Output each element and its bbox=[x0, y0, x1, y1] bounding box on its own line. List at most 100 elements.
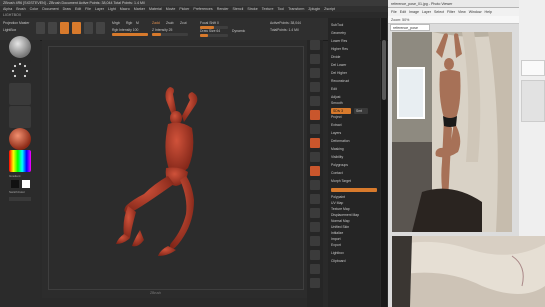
spix-icon[interactable] bbox=[310, 54, 320, 64]
zbrush-menu-item[interactable]: Transform bbox=[288, 6, 304, 12]
rgb-button[interactable]: Rgb bbox=[126, 21, 132, 25]
zbrush-menu-item[interactable]: Texture bbox=[262, 6, 274, 12]
viewer-menu-item[interactable]: Select bbox=[434, 8, 444, 16]
tool-palette-row[interactable]: Project bbox=[331, 114, 377, 120]
stroke-preview-icon[interactable] bbox=[9, 60, 31, 82]
zbrush-menu-item[interactable]: Document bbox=[42, 6, 58, 12]
zbrush-menu-item[interactable]: Edit bbox=[75, 6, 81, 12]
tool-palette-row[interactable]: SubTool bbox=[331, 22, 377, 28]
draw-size-slider[interactable] bbox=[200, 34, 228, 37]
tool-palette-row[interactable]: Edit bbox=[331, 86, 377, 92]
xpose-icon[interactable] bbox=[310, 278, 320, 288]
alpha-preview-icon[interactable] bbox=[9, 83, 31, 105]
zbrush-menu-item[interactable]: Picker bbox=[179, 6, 189, 12]
tool-palette-row[interactable]: Morph Target bbox=[331, 178, 377, 184]
viewer-menu-item[interactable]: Window bbox=[469, 8, 482, 16]
z-intensity-slider[interactable] bbox=[152, 33, 188, 36]
tool-palette-row[interactable]: Smooth bbox=[331, 100, 377, 106]
viewer-menu-item[interactable]: Edit bbox=[400, 8, 406, 16]
move-view-icon[interactable] bbox=[310, 194, 320, 204]
persp-icon[interactable] bbox=[310, 124, 320, 134]
tool-palette-row[interactable]: Contact bbox=[331, 170, 377, 176]
zbrush-menu-item[interactable]: Preferences bbox=[193, 6, 212, 12]
viewer-menu-item[interactable]: Layer bbox=[422, 8, 431, 16]
zbrush-menu-item[interactable]: Tool bbox=[278, 6, 285, 12]
alternate-button[interactable] bbox=[9, 197, 31, 201]
color-picker-icon[interactable] bbox=[9, 150, 31, 172]
tool-palette-row[interactable]: Extract bbox=[331, 122, 377, 128]
polyf-icon[interactable] bbox=[310, 236, 320, 246]
viewer-menu-item[interactable]: Help bbox=[485, 8, 492, 16]
tool-palette-row[interactable]: Geometry bbox=[331, 30, 377, 36]
projection-master-button[interactable]: Projection Master bbox=[3, 21, 29, 25]
tool-palette-row[interactable]: Del Lower bbox=[331, 62, 377, 68]
tool-palette-row[interactable]: Clipboard bbox=[331, 258, 377, 264]
zbrush-menu-item[interactable]: Draw bbox=[63, 6, 71, 12]
zadd-button[interactable]: Zadd bbox=[152, 21, 160, 25]
zbrush-menu-item[interactable]: Stencil bbox=[233, 6, 244, 12]
bpr-icon[interactable] bbox=[310, 40, 320, 50]
zcut-button[interactable]: Zcut bbox=[180, 21, 187, 25]
floor-icon[interactable] bbox=[310, 138, 320, 148]
quick-sketch-button[interactable] bbox=[36, 22, 45, 34]
move-button[interactable] bbox=[72, 22, 81, 34]
viewer-menu-item[interactable]: File bbox=[391, 8, 397, 16]
zsub-button[interactable]: Zsub bbox=[166, 21, 174, 25]
tool-palette-row[interactable]: Del Higher bbox=[331, 70, 377, 76]
edit-button[interactable] bbox=[48, 22, 57, 34]
dynamic-button[interactable]: Dynamic bbox=[232, 29, 245, 33]
primary-color-swatch[interactable] bbox=[11, 180, 19, 188]
layers-panel[interactable] bbox=[521, 80, 545, 122]
sculpted-figure-model[interactable] bbox=[110, 80, 220, 260]
tool-palette-row[interactable]: Deformation bbox=[331, 138, 377, 144]
rgb-intensity-slider[interactable] bbox=[112, 33, 148, 36]
viewer-document-tab[interactable]: reference_pose bbox=[390, 24, 430, 31]
tool-palette-row[interactable]: Lightbox bbox=[331, 250, 377, 256]
material-sphere-icon[interactable] bbox=[9, 128, 31, 150]
scale-button[interactable] bbox=[84, 22, 93, 34]
zbrush-menu-item[interactable]: Stroke bbox=[247, 6, 257, 12]
local-icon[interactable] bbox=[310, 152, 320, 162]
tool-palette-row[interactable]: Divide bbox=[331, 54, 377, 60]
viewer-menu-item[interactable]: Filter bbox=[447, 8, 455, 16]
actual-icon[interactable] bbox=[310, 96, 320, 106]
tool-palette-row[interactable]: Masking bbox=[331, 146, 377, 152]
zbrush-menu-item[interactable]: Render bbox=[217, 6, 229, 12]
thumbnail-panel[interactable] bbox=[521, 60, 545, 76]
tool-palette-row[interactable]: Lower Res bbox=[331, 38, 377, 44]
aahalf-icon[interactable] bbox=[310, 110, 320, 120]
tool-palette-row[interactable]: Layers bbox=[331, 130, 377, 136]
zbrush-menu-item[interactable]: Movie bbox=[166, 6, 176, 12]
transp-icon[interactable] bbox=[310, 250, 320, 260]
zbrush-menu-item[interactable]: Color bbox=[30, 6, 39, 12]
texture-preview-icon[interactable] bbox=[9, 106, 31, 128]
tool-palette-row[interactable]: Reconstruct bbox=[331, 78, 377, 84]
rotate-view-icon[interactable] bbox=[310, 222, 320, 232]
viewer-menu-item[interactable]: Image bbox=[409, 8, 419, 16]
brush-preview-icon[interactable] bbox=[9, 36, 31, 58]
tool-palette-row[interactable]: Export bbox=[331, 242, 377, 248]
rotate-button[interactable] bbox=[96, 22, 105, 34]
viewer-menu-item[interactable]: View bbox=[458, 8, 466, 16]
zbrush-menu-item[interactable]: Material bbox=[149, 6, 162, 12]
tool-palette-row[interactable]: Polygroups bbox=[331, 162, 377, 168]
tool-palette-row[interactable]: Higher Res bbox=[331, 46, 377, 52]
zoom-icon[interactable] bbox=[310, 82, 320, 92]
lightbox-button[interactable]: LightBox bbox=[3, 28, 16, 32]
secondary-color-swatch[interactable] bbox=[22, 180, 30, 188]
zbrush-menu-item[interactable]: Brush bbox=[16, 6, 25, 12]
palette-scroll-thumb[interactable] bbox=[382, 40, 386, 100]
solo-icon[interactable] bbox=[310, 264, 320, 274]
zbrush-menu-item[interactable]: File bbox=[85, 6, 91, 12]
active-subpalette-bar[interactable] bbox=[331, 188, 377, 192]
frame-icon[interactable] bbox=[310, 180, 320, 190]
mrgb-button[interactable]: Mrgb bbox=[112, 21, 120, 25]
zbrush-menu-item[interactable]: Light bbox=[108, 6, 116, 12]
draw-button[interactable] bbox=[60, 22, 69, 34]
scale-view-icon[interactable] bbox=[310, 208, 320, 218]
xyz-icon[interactable] bbox=[310, 166, 320, 176]
tool-palette-row[interactable]: Visibility bbox=[331, 154, 377, 160]
m-button[interactable]: M bbox=[136, 21, 139, 25]
zbrush-menu-item[interactable]: Alpha bbox=[3, 6, 12, 12]
zbrush-menu-item[interactable]: Zplugin bbox=[308, 6, 320, 12]
